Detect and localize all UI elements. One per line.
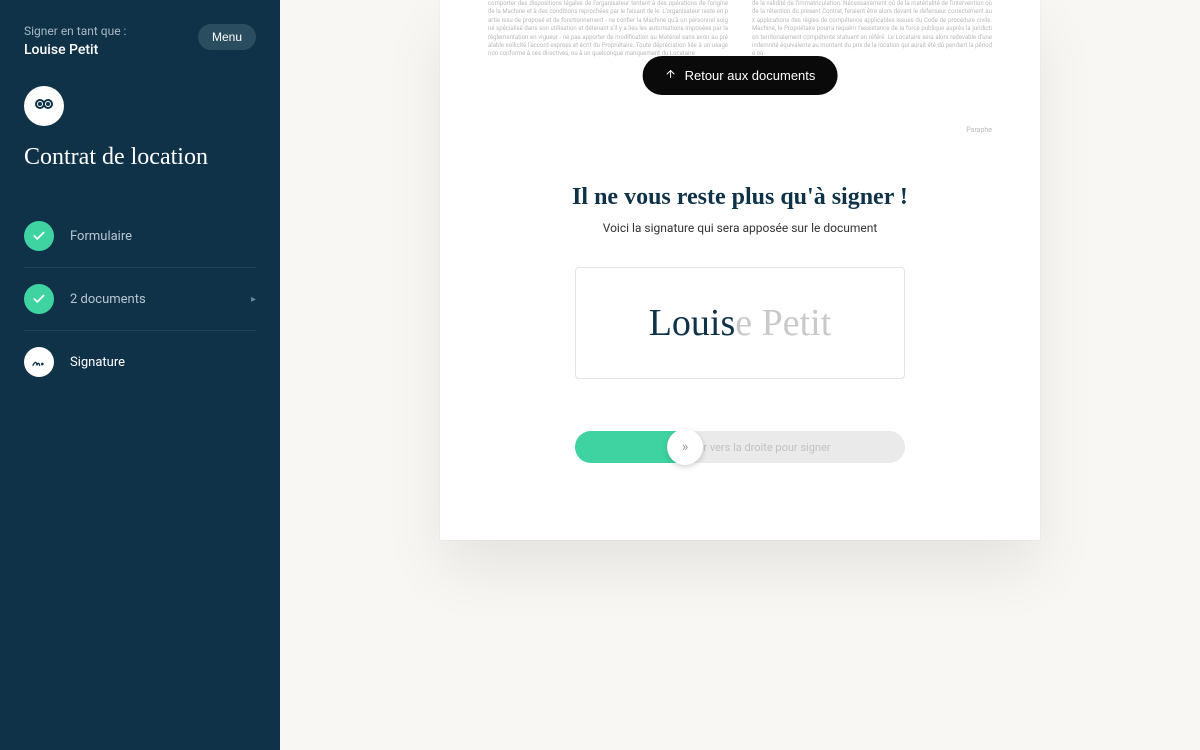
- step-label: Formulaire: [70, 229, 256, 244]
- signature-subtitle: Voici la signature qui sera apposée sur …: [500, 221, 980, 235]
- step-label: 2 documents: [70, 292, 251, 307]
- signature-text-remaining: e Petit: [735, 302, 831, 344]
- avatar: [24, 86, 64, 126]
- signature-text-typed: Louis: [649, 302, 736, 344]
- steps-nav: Formulaire 2 documents ▸ Signature: [24, 205, 256, 393]
- signature-text: Louise Petit: [649, 301, 832, 345]
- main-content: comporter des dispositions légales de l'…: [280, 0, 1200, 750]
- sign-as-block: Signer en tant que : Louise Petit: [24, 24, 126, 58]
- avatar-wrap: [24, 86, 256, 126]
- step-signature[interactable]: Signature: [24, 331, 256, 393]
- signature-section: Il ne vous reste plus qu'à signer ! Voic…: [440, 140, 1040, 503]
- return-documents-button[interactable]: Retour aux documents: [643, 56, 838, 95]
- arrow-up-icon: [665, 68, 677, 83]
- paraphe-label: Paraphe: [966, 126, 992, 134]
- signature-card: comporter des dispositions légales de l'…: [440, 0, 1040, 540]
- return-button-label: Retour aux documents: [685, 68, 816, 83]
- chevrons-right-icon: »: [682, 439, 689, 455]
- sign-slider[interactable]: Slider vers la droite pour signer »: [575, 431, 905, 463]
- step-formulaire[interactable]: Formulaire: [24, 205, 256, 268]
- sidebar: Signer en tant que : Louise Petit Menu C…: [0, 0, 280, 750]
- check-icon: [24, 221, 54, 251]
- document-title: Contrat de location: [24, 144, 256, 171]
- step-label: Signature: [70, 355, 256, 370]
- sign-as-name: Louise Petit: [24, 42, 126, 58]
- check-icon: [24, 284, 54, 314]
- sidebar-top: Signer en tant que : Louise Petit Menu: [24, 24, 256, 58]
- signature-heading: Il ne vous reste plus qu'à signer !: [500, 184, 980, 211]
- sign-as-label: Signer en tant que :: [24, 24, 126, 38]
- signature-icon: [24, 347, 54, 377]
- slider-thumb[interactable]: »: [667, 429, 703, 465]
- step-documents[interactable]: 2 documents ▸: [24, 268, 256, 331]
- chevron-right-icon: ▸: [251, 294, 256, 305]
- owl-icon: [32, 92, 56, 120]
- menu-button[interactable]: Menu: [198, 24, 256, 50]
- signature-preview-box: Louise Petit: [575, 267, 905, 379]
